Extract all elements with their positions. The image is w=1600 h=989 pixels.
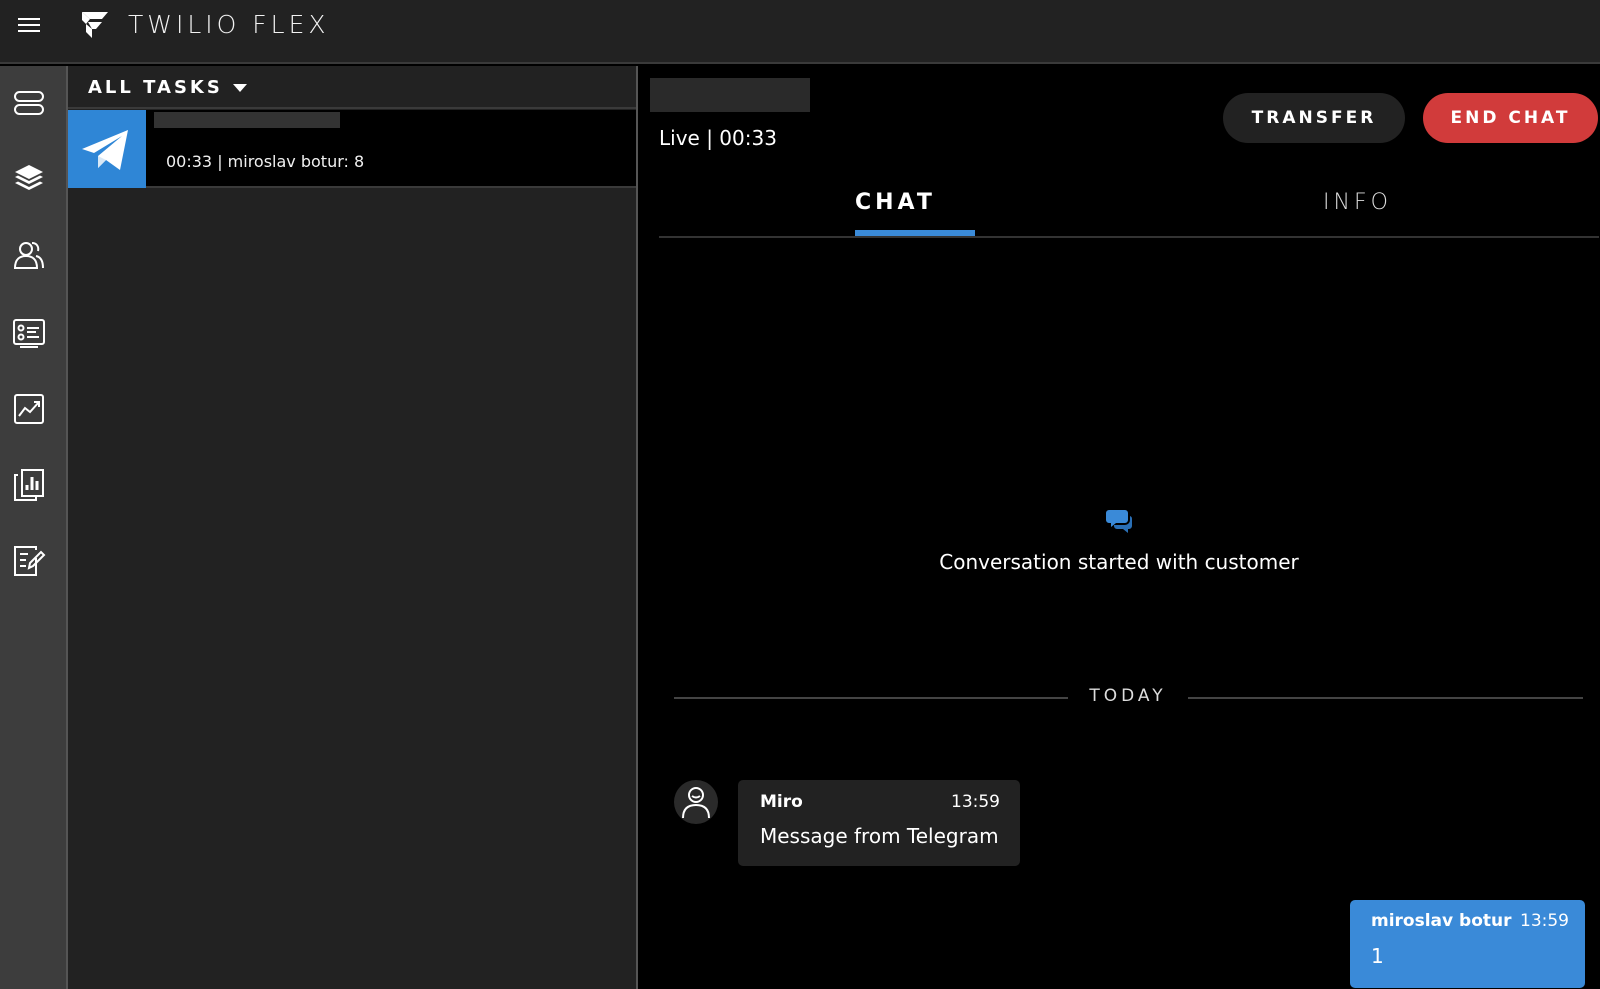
teams-icon[interactable]: [12, 238, 46, 272]
tab-bar: CHAT INFO: [659, 182, 1599, 238]
app-title: TWILIO FLEX: [128, 10, 330, 39]
telegram-icon: [82, 130, 128, 170]
task-card[interactable]: 00:33 | miroslav botur: 8: [68, 110, 636, 188]
message-bubble-outbound: miroslav botur 13:59 1: [1350, 900, 1585, 988]
customer-name-redacted: [650, 78, 810, 112]
queues-stats-icon[interactable]: [12, 316, 46, 350]
message-text: 1: [1371, 944, 1384, 968]
message-author: miroslav botur: [1371, 911, 1512, 931]
agent-desktop-icon[interactable]: [12, 86, 46, 120]
task-detail-panel: Live | 00:33 TRANSFER END CHAT CHAT INFO…: [638, 66, 1600, 989]
twilio-flex-logo-icon: [82, 12, 108, 38]
user-avatar-icon: [682, 787, 710, 819]
day-divider-label: TODAY: [1089, 686, 1167, 706]
dashboards-icon[interactable]: [12, 468, 46, 502]
top-bar: TWILIO FLEX: [0, 0, 1600, 64]
message-time: 13:59: [1520, 911, 1569, 931]
task-list-panel: ALL TASKS 00:33 | miroslav botur: 8: [68, 66, 638, 989]
task-filter[interactable]: ALL TASKS: [68, 66, 636, 109]
menu-icon[interactable]: [18, 14, 40, 36]
end-chat-button[interactable]: END CHAT: [1423, 93, 1598, 143]
sidebar: [0, 66, 68, 989]
message-bubble-inbound: Miro 13:59 Message from Telegram: [738, 780, 1020, 866]
chat-bubbles-icon: [1106, 510, 1133, 533]
avatar: [674, 780, 718, 824]
chevron-down-icon[interactable]: [233, 84, 247, 92]
task-channel-badge: [68, 110, 146, 188]
message-text: Message from Telegram: [760, 824, 999, 848]
task-subtitle: 00:33 | miroslav botur: 8: [166, 152, 365, 171]
transfer-button[interactable]: TRANSFER: [1223, 93, 1405, 143]
divider: [674, 697, 1068, 699]
task-status: Live | 00:33: [659, 126, 777, 150]
message-author: Miro: [760, 792, 803, 812]
task-customer-name-redacted: [154, 112, 340, 128]
divider: [1188, 697, 1583, 699]
quality-management-icon[interactable]: [12, 544, 46, 578]
tab-chat[interactable]: CHAT: [855, 190, 936, 215]
task-filter-label: ALL TASKS: [88, 77, 223, 98]
analytics-icon[interactable]: [12, 392, 46, 426]
tab-info[interactable]: INFO: [1323, 190, 1392, 215]
message-time: 13:59: [951, 792, 1000, 812]
layers-icon[interactable]: [12, 162, 46, 196]
active-tab-indicator: [855, 230, 975, 236]
conversation-started-text: Conversation started with customer: [939, 550, 1299, 574]
